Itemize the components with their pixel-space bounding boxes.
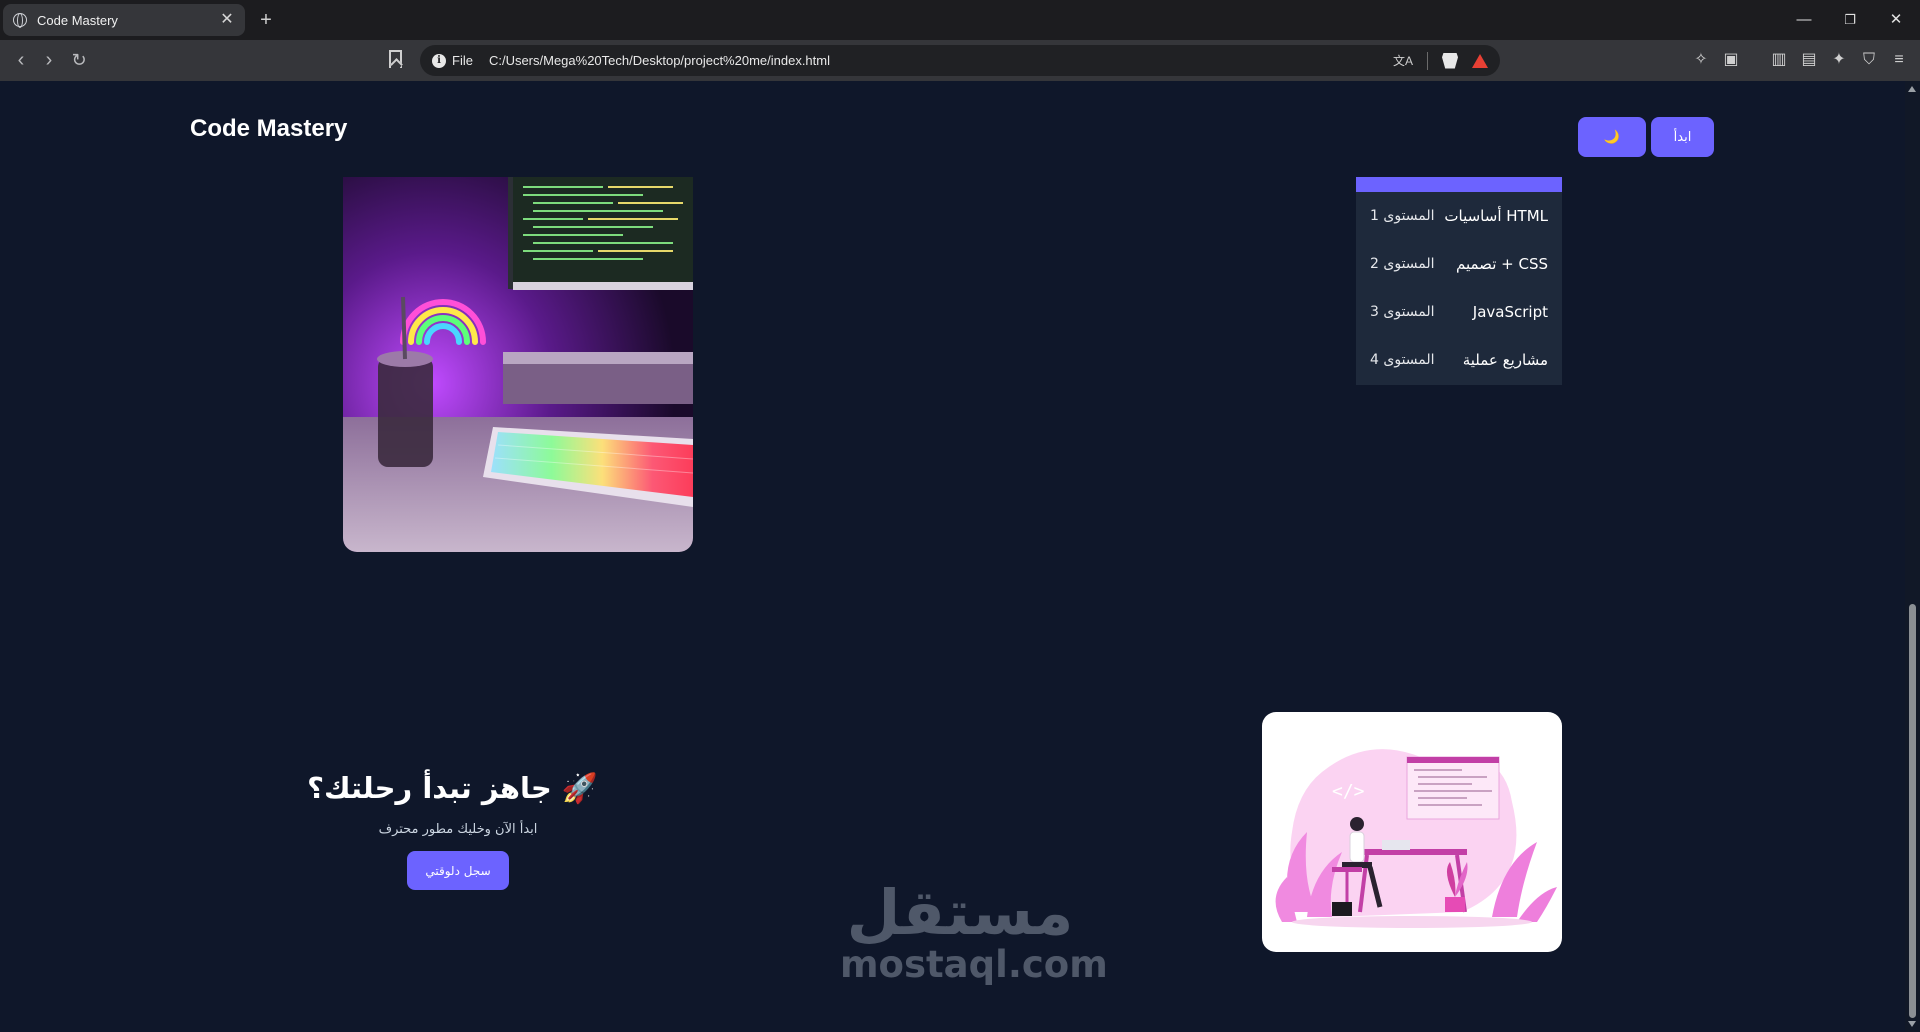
level-row[interactable]: المستوى 4 مشاريع عملية (1356, 336, 1562, 384)
new-tab-button[interactable]: + (256, 8, 276, 32)
level-name: مشاريع عملية (1462, 351, 1548, 369)
vpn-shield-icon[interactable]: ⛉ (1858, 50, 1880, 70)
extensions-icon[interactable]: ✧ (1690, 50, 1712, 70)
info-icon[interactable]: i (432, 53, 446, 68)
reload-icon[interactable]: ↻ (68, 49, 90, 71)
address-scheme: File (452, 53, 473, 68)
menu-icon[interactable]: ≡ (1888, 50, 1910, 70)
level-row[interactable]: المستوى 2 تصميم + CSS (1356, 240, 1562, 288)
scroll-up-icon[interactable] (1908, 86, 1916, 92)
browser-tab[interactable]: Code Mastery ✕ (3, 4, 245, 36)
watermark-latin: mostaql.com (840, 943, 1108, 986)
site-logo[interactable]: Code Mastery (190, 115, 347, 143)
scroll-thumb[interactable] (1909, 604, 1916, 1018)
level-number: المستوى 3 (1370, 304, 1435, 320)
close-window-button[interactable]: ✕ (1884, 8, 1908, 32)
scroll-down-icon[interactable] (1908, 1021, 1916, 1027)
minimize-button[interactable]: — (1792, 8, 1816, 32)
address-url[interactable]: C:/Users/Mega%20Tech/Desktop/project%20m… (489, 53, 1379, 68)
wallet-icon[interactable]: ▤ (1798, 50, 1820, 70)
svg-text:</>: </> (1332, 781, 1365, 802)
level-number: المستوى 4 (1370, 352, 1435, 368)
level-number: المستوى 2 (1370, 256, 1435, 272)
page-viewport: Code Mastery 🌙 ابدأ المستوى 1 أساسيات HT… (0, 81, 1905, 1032)
cta-section: 🚀 جاهز تبدأ رحلتك؟ ابدأ الآن وخليك مطور … (307, 771, 598, 890)
developer-illustration: </> (1262, 712, 1562, 952)
level-name: تصميم + CSS (1456, 255, 1548, 273)
tab-bar: Code Mastery ✕ + — ❐ ✕ (0, 0, 1920, 40)
forward-icon[interactable]: › (38, 49, 60, 71)
levels-header-bar (1356, 177, 1562, 192)
mostaql-watermark: مستقل mostaql.com (840, 876, 1108, 986)
back-icon[interactable]: ‹ (10, 49, 32, 71)
level-name: أساسيات HTML (1444, 207, 1548, 225)
translate-icon[interactable]: 文A (1393, 51, 1413, 71)
screenshot-icon[interactable]: ▣ (1720, 50, 1742, 70)
browser-toolbar: ‹ › ↻ i File C:/Users/Mega%20Tech/Deskto… (0, 40, 1920, 81)
level-name: JavaScript (1472, 303, 1548, 321)
brave-rewards-icon[interactable] (1472, 53, 1488, 68)
watermark-arabic: مستقل (846, 876, 1074, 949)
address-bar[interactable]: i File C:/Users/Mega%20Tech/Desktop/proj… (420, 45, 1500, 76)
levels-card: المستوى 1 أساسيات HTML المستوى 2 تصميم +… (1356, 177, 1562, 385)
level-row[interactable]: المستوى 3 JavaScript (1356, 288, 1562, 336)
level-row[interactable]: المستوى 1 أساسيات HTML (1356, 192, 1562, 240)
sidebar-icon[interactable]: ▥ (1768, 50, 1790, 70)
restore-button[interactable]: ❐ (1838, 8, 1862, 32)
desk-setup-photo (343, 177, 693, 552)
register-button[interactable]: سجل دلوقتي (407, 851, 509, 890)
moon-icon: 🌙 (1603, 129, 1621, 145)
cta-subtitle: ابدأ الآن وخليك مطور محترف (378, 822, 538, 837)
brave-shields-icon[interactable] (1442, 52, 1458, 69)
start-button[interactable]: ابدأ (1651, 117, 1714, 157)
level-number: المستوى 1 (1370, 208, 1435, 224)
tab-title: Code Mastery (37, 12, 118, 28)
address-divider (1427, 51, 1428, 70)
bookmark-icon[interactable] (389, 50, 402, 68)
globe-icon (13, 13, 27, 28)
tab-close-icon[interactable]: ✕ (219, 12, 235, 28)
theme-toggle-button[interactable]: 🌙 (1578, 117, 1646, 157)
page-scrollbar[interactable] (1905, 81, 1920, 1032)
cta-title: 🚀 جاهز تبدأ رحلتك؟ (307, 771, 598, 805)
leo-ai-icon[interactable]: ✦ (1828, 50, 1850, 70)
